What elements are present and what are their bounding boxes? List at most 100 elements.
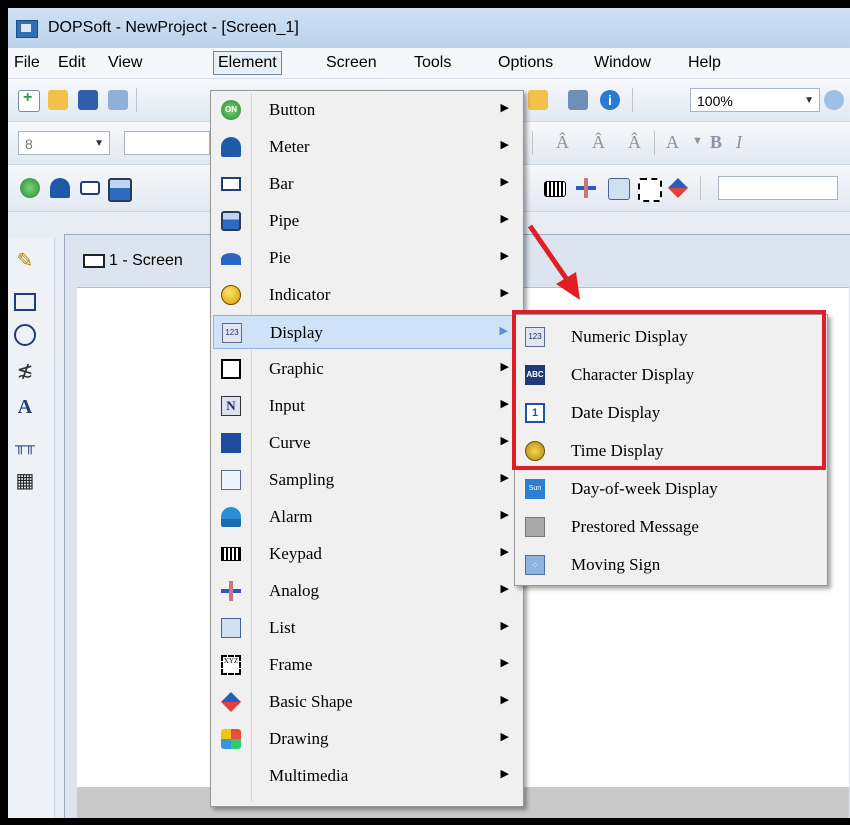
frame-tool-icon[interactable] xyxy=(638,178,662,202)
submenu-arrow-icon: ▶ xyxy=(500,176,509,188)
table-icon[interactable]: ▦ xyxy=(12,468,38,494)
menu-item-input[interactable]: N Input ▶ xyxy=(213,389,519,423)
menu-item-drawing[interactable]: Drawing ▶ xyxy=(213,722,519,756)
text-align-top-icon[interactable]: Â xyxy=(556,132,569,153)
menu-item-button[interactable]: ON Button ▶ xyxy=(213,93,519,127)
menu-options[interactable]: Options xyxy=(498,52,553,74)
save-as-icon[interactable] xyxy=(108,90,128,110)
submenu-item-day-of-week-display[interactable]: Sun Day-of-week Display xyxy=(517,471,823,507)
menu-item-label: Sampling xyxy=(269,470,335,489)
pipe-tool-icon[interactable] xyxy=(108,178,132,202)
submenu-item-moving-sign[interactable]: ⁘ Moving Sign xyxy=(517,547,823,583)
title-bar: DOPSoft - NewProject - [Screen_1] xyxy=(8,8,850,48)
analog-tool-icon[interactable] xyxy=(576,178,596,198)
menu-item-sampling[interactable]: Sampling ▶ xyxy=(213,463,519,497)
submenu-item-prestored-message[interactable]: Prestored Message xyxy=(517,509,823,545)
menu-item-basic-shape[interactable]: Basic Shape ▶ xyxy=(213,685,519,719)
basic-shape-tool-icon[interactable] xyxy=(668,178,688,198)
menu-item-multimedia[interactable]: Multimedia ▶ xyxy=(213,759,519,793)
menu-item-keypad[interactable]: Keypad ▶ xyxy=(213,537,519,571)
text-align-bottom-icon[interactable]: Â xyxy=(628,132,641,153)
submenu-arrow-icon: ▶ xyxy=(500,583,509,595)
drawing-icon xyxy=(221,729,241,749)
menu-item-label: Input xyxy=(269,396,305,415)
menu-item-bar[interactable]: Bar ▶ xyxy=(213,167,519,201)
circle-icon[interactable] xyxy=(12,322,38,348)
submenu-item-label: Day-of-week Display xyxy=(571,479,718,498)
scale-icon[interactable]: ╥╥ xyxy=(12,432,38,458)
menu-item-indicator[interactable]: Indicator ▶ xyxy=(213,278,519,312)
submenu-arrow-icon: ▶ xyxy=(500,102,509,114)
frame-icon: XYZ xyxy=(221,655,241,675)
menu-item-analog[interactable]: Analog ▶ xyxy=(213,574,519,608)
alarm-icon xyxy=(221,507,241,527)
zoom-select[interactable]: 100% ▼ xyxy=(690,88,820,112)
text-align-middle-icon[interactable]: Â xyxy=(592,132,605,153)
submenu-arrow-icon: ▶ xyxy=(500,620,509,632)
menu-item-display[interactable]: 123 Display ▶ xyxy=(213,315,519,349)
submenu-arrow-icon: ▶ xyxy=(500,657,509,669)
italic-icon[interactable]: I xyxy=(736,132,742,153)
toolbar-select[interactable] xyxy=(718,176,838,200)
button-tool-icon[interactable] xyxy=(20,178,40,198)
font-color-icon[interactable]: A xyxy=(666,132,679,153)
submenu-arrow-icon: ▶ xyxy=(500,398,509,410)
menu-item-label: Drawing xyxy=(269,729,329,748)
list-tool-icon[interactable] xyxy=(608,178,630,200)
submenu-arrow-icon: ▶ xyxy=(499,325,508,337)
menu-element[interactable]: Element xyxy=(213,51,282,75)
menu-window[interactable]: Window xyxy=(594,52,651,74)
menu-item-label: Display xyxy=(270,323,323,342)
on-button-icon: ON xyxy=(221,100,241,120)
menu-view[interactable]: View xyxy=(108,52,142,74)
menu-item-label: Pipe xyxy=(269,211,300,230)
zoom-value: 100% xyxy=(697,93,733,109)
menu-tools[interactable]: Tools xyxy=(414,52,451,74)
menu-item-pipe[interactable]: Pipe ▶ xyxy=(213,204,519,238)
menu-item-graphic[interactable]: Graphic ▶ xyxy=(213,352,519,386)
font-size-value: 8 xyxy=(25,136,33,152)
new-file-icon[interactable]: + xyxy=(18,89,40,112)
submenu-arrow-icon: ▶ xyxy=(500,139,509,151)
menu-item-label: Button xyxy=(269,100,316,119)
menu-item-label: Meter xyxy=(269,137,310,156)
zoom-in-icon[interactable] xyxy=(824,90,844,110)
pencil-icon[interactable]: ✎ xyxy=(12,248,38,274)
menu-item-frame[interactable]: XYZ Frame ▶ xyxy=(213,648,519,682)
submenu-arrow-icon: ▶ xyxy=(500,509,509,521)
menu-item-meter[interactable]: Meter ▶ xyxy=(213,130,519,164)
menu-item-list[interactable]: List ▶ xyxy=(213,611,519,645)
polyline-icon[interactable]: ≴ xyxy=(12,358,38,384)
menu-item-label: Graphic xyxy=(269,359,324,378)
keypad-tool-icon[interactable] xyxy=(544,181,566,197)
open-folder-icon[interactable] xyxy=(48,90,68,110)
chevron-down-icon[interactable]: ▼ xyxy=(692,135,703,147)
rectangle-icon[interactable] xyxy=(12,288,38,314)
submenu-arrow-icon: ▶ xyxy=(500,472,509,484)
font-size-select[interactable]: 8 ▼ xyxy=(18,131,110,155)
print-icon[interactable] xyxy=(568,90,588,110)
menu-item-pie[interactable]: Pie ▶ xyxy=(213,241,519,275)
element-menu-dropdown: ON Button ▶ Meter ▶ Bar ▶ Pipe ▶ Pie ▶ I… xyxy=(210,90,524,807)
window-title: DOPSoft - NewProject - [Screen_1] xyxy=(48,19,299,36)
submenu-arrow-icon: ▶ xyxy=(500,768,509,780)
keypad-icon xyxy=(221,547,241,561)
bold-icon[interactable]: B xyxy=(710,132,722,153)
moving-sign-icon: ⁘ xyxy=(525,555,545,575)
menu-item-alarm[interactable]: Alarm ▶ xyxy=(213,500,519,534)
menu-screen[interactable]: Screen xyxy=(326,52,377,74)
text-tool-icon[interactable]: A xyxy=(12,394,38,420)
meter-tool-icon[interactable] xyxy=(50,178,70,198)
open-icon[interactable] xyxy=(528,90,548,110)
menu-help[interactable]: Help xyxy=(688,52,721,74)
menu-item-curve[interactable]: Curve ▶ xyxy=(213,426,519,460)
font-name-select[interactable] xyxy=(124,131,210,155)
menu-file[interactable]: File xyxy=(14,52,40,74)
bar-tool-icon[interactable] xyxy=(80,181,100,195)
app-window: DOPSoft - NewProject - [Screen_1] File E… xyxy=(8,8,850,818)
toolbar-separator xyxy=(700,176,701,200)
menu-edit[interactable]: Edit xyxy=(58,52,86,74)
save-icon[interactable] xyxy=(78,90,98,110)
toolbar-separator xyxy=(532,131,533,155)
info-icon[interactable]: i xyxy=(600,90,620,110)
